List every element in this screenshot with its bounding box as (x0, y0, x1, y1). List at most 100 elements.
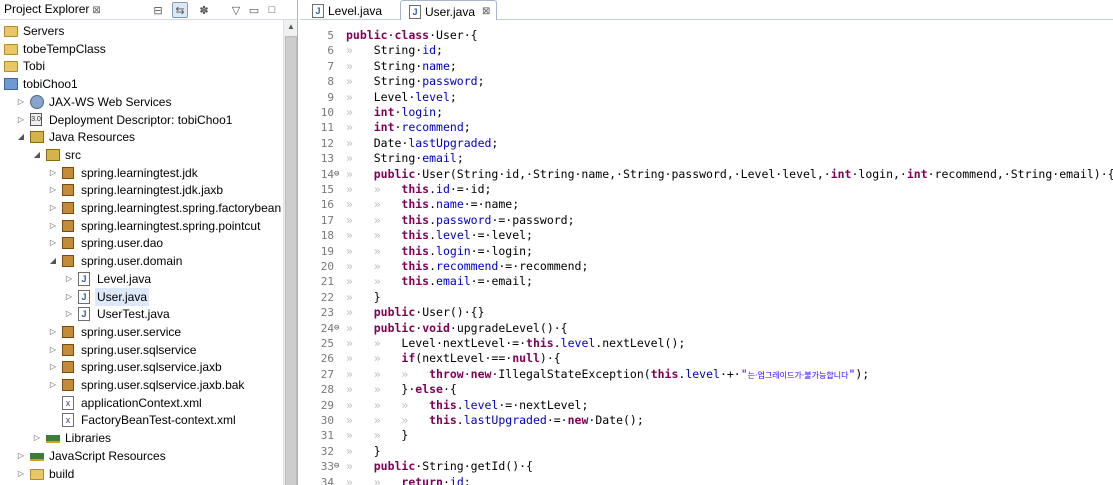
code-line[interactable]: 5 public·class·User·{ (300, 28, 1113, 43)
tree-item[interactable]: ▷ build (0, 465, 283, 483)
code-line[interactable]: 7 » String·name; (300, 59, 1113, 74)
tree-item[interactable]: tobeTempClass (0, 40, 283, 58)
tree-item[interactable]: ▷ spring.user.service (0, 323, 283, 341)
minimize-icon[interactable]: ▭ (246, 2, 262, 18)
collapsed-twisty-icon[interactable]: ▷ (16, 465, 26, 483)
tree-item[interactable]: ◢ Java Resources (0, 128, 283, 146)
line-number: 6 (327, 44, 334, 58)
code-line[interactable]: 27 » » » throw·new·IllegalStateException(… (300, 367, 1113, 382)
code-line[interactable]: 11 » int·recommend; (300, 120, 1113, 135)
line-number: 16 (320, 198, 334, 212)
code-line[interactable]: 12 » Date·lastUpgraded; (300, 136, 1113, 151)
code-area[interactable]: 5 public·class·User·{6 » String·id; 7 » Stri… (300, 22, 1113, 485)
tree-item[interactable]: ▷ J UserTest.java (0, 305, 283, 323)
collapsed-twisty-icon[interactable]: ▷ (48, 323, 58, 341)
tree-item[interactable]: ▷ JavaScript Resources (0, 447, 283, 465)
fold-toggle-icon[interactable]: ⊖ (334, 459, 344, 474)
maximize-icon[interactable]: □ (264, 2, 280, 18)
collapsed-twisty-icon[interactable]: ▷ (48, 164, 58, 182)
collapsed-twisty-icon[interactable]: ▷ (48, 358, 58, 376)
code-line[interactable]: 19 » » this.login·=·login; (300, 244, 1113, 259)
link-with-editor-icon[interactable]: ⇆ (172, 2, 188, 18)
view-menu-icon[interactable]: ▽ (228, 2, 244, 18)
tree-item[interactable]: Servers (0, 22, 283, 40)
close-icon[interactable]: ⊠ (92, 5, 100, 16)
tree-item[interactable]: ◢ spring.user.domain (0, 252, 283, 270)
tree-item[interactable]: ▷ spring.learningtest.jdk (0, 164, 283, 182)
collapsed-twisty-icon[interactable]: ▷ (32, 429, 42, 447)
code-line[interactable]: 30 » » » this.lastUpgraded·=·new·Date(); (300, 413, 1113, 428)
code-line[interactable]: 14 ⊖» public·User(String·id,·String·name,… (300, 167, 1113, 182)
tree-item[interactable]: ▷ spring.learningtest.jdk.jaxb (0, 181, 283, 199)
line-number: 12 (320, 136, 334, 150)
focus-on-active-task-icon[interactable]: ✽ (196, 2, 212, 18)
code-line[interactable]: 8 » String·password; (300, 74, 1113, 89)
code-line[interactable]: 20 » » this.recommend·=·recommend; (300, 259, 1113, 274)
tree-item-label: spring.learningtest.spring.pointcut (81, 218, 261, 233)
code-line[interactable]: 32 » } (300, 444, 1113, 459)
tree-item[interactable]: tobiChoo1 (0, 75, 283, 93)
scroll-up-icon[interactable]: ▲ (284, 20, 297, 34)
tree-item[interactable]: Tobi (0, 57, 283, 75)
code-line[interactable]: 21 » » this.email·=·email; (300, 274, 1113, 289)
code-line[interactable]: 13 » String·email; (300, 151, 1113, 166)
tree-item[interactable]: x FactoryBeanTest-context.xml (0, 411, 283, 429)
line-number: 10 (320, 106, 334, 119)
code-line[interactable]: 34 » » return·id; (300, 475, 1113, 485)
explorer-scrollbar[interactable]: ▲ (283, 20, 297, 485)
code-line[interactable]: 22 » } (300, 290, 1113, 305)
tree-item[interactable]: ▷ Libraries (0, 429, 283, 447)
expanded-twisty-icon[interactable]: ◢ (32, 146, 42, 164)
code-line[interactable]: 6 » String·id; (300, 43, 1113, 58)
collapsed-twisty-icon[interactable]: ▷ (16, 447, 26, 465)
collapsed-twisty-icon[interactable]: ▷ (48, 234, 58, 252)
collapsed-twisty-icon[interactable]: ▷ (16, 93, 26, 111)
code-line[interactable]: 15 » » this.id·=·id; (300, 182, 1113, 197)
code-line[interactable]: 31 » » } (300, 428, 1113, 443)
collapsed-twisty-icon[interactable]: ▷ (64, 288, 74, 306)
collapse-all-icon[interactable]: ⊟ (150, 2, 166, 18)
tree-item[interactable]: x applicationContext.xml (0, 394, 283, 412)
tree-item[interactable]: ▷ spring.user.sqlservice (0, 341, 283, 359)
code-line[interactable]: 18 » » this.level·=·level; (300, 228, 1113, 243)
collapsed-twisty-icon[interactable]: ▷ (64, 305, 74, 323)
tree-item[interactable]: ▷ spring.learningtest.spring.factorybean (0, 199, 283, 217)
tree-item[interactable]: ▷ J User.java (0, 287, 283, 306)
collapsed-twisty-icon[interactable]: ▷ (48, 341, 58, 359)
collapsed-twisty-icon[interactable]: ▷ (48, 217, 58, 235)
tree-item[interactable]: ▷ J Level.java (0, 270, 283, 288)
collapsed-twisty-icon[interactable]: ▷ (16, 111, 26, 129)
collapsed-twisty-icon[interactable]: ▷ (48, 181, 58, 199)
expanded-twisty-icon[interactable]: ◢ (16, 128, 26, 146)
code-line[interactable]: 10 » int·login; (300, 105, 1113, 120)
scrollbar-thumb[interactable] (285, 36, 297, 485)
code-line[interactable]: 17 » » this.password·=·password; (300, 213, 1113, 228)
tree-item[interactable]: ◢ src (0, 146, 283, 164)
tree-item[interactable]: ▷ 3.0 Deployment Descriptor: tobiChoo1 (0, 111, 283, 129)
tree-item[interactable]: ▷ spring.learningtest.spring.pointcut (0, 217, 283, 235)
code-line[interactable]: 9 » Level·level; (300, 90, 1113, 105)
tree-item[interactable]: ▷ JAX-WS Web Services (0, 93, 283, 111)
code-line[interactable]: 25 » » Level·nextLevel·=·this.level.nextL… (300, 336, 1113, 351)
code-line[interactable]: 24 ⊖» public·void·upgradeLevel()·{ (300, 321, 1113, 336)
code-line[interactable]: 33 ⊖» public·String·getId()·{ (300, 459, 1113, 474)
close-icon[interactable]: ⊠ (482, 6, 490, 17)
fold-toggle-icon[interactable]: ⊖ (334, 321, 344, 336)
code-line[interactable]: 23 » public·User()·{} (300, 305, 1113, 320)
tab-level-java[interactable]: J Level.java (304, 0, 388, 20)
fold-toggle-icon[interactable]: ⊖ (334, 167, 344, 182)
tab-user-java[interactable]: J User.java ⊠ (400, 0, 498, 20)
code-line[interactable]: 26 » » if(nextLevel·==·null)·{ (300, 351, 1113, 366)
collapsed-twisty-icon[interactable]: ▷ (64, 270, 74, 288)
project-tree[interactable]: Servers tobeTempClass Tobi tobiChoo1 ▷ JAX-WS… (0, 20, 283, 485)
tree-item[interactable]: ▷ spring.user.dao (0, 234, 283, 252)
code-line[interactable]: 16 » » this.name·=·name; (300, 197, 1113, 212)
code-line[interactable]: 28 » » }·else·{ (300, 382, 1113, 397)
tab-project-explorer[interactable]: Project Explorer ⊠ (0, 0, 105, 20)
code-line[interactable]: 29 » » » this.level·=·nextLevel; (300, 398, 1113, 413)
tree-item[interactable]: ▷ spring.user.sqlservice.jaxb.bak (0, 376, 283, 394)
tree-item[interactable]: ▷ spring.user.sqlservice.jaxb (0, 358, 283, 376)
collapsed-twisty-icon[interactable]: ▷ (48, 376, 58, 394)
collapsed-twisty-icon[interactable]: ▷ (48, 199, 58, 217)
expanded-twisty-icon[interactable]: ◢ (48, 252, 58, 270)
